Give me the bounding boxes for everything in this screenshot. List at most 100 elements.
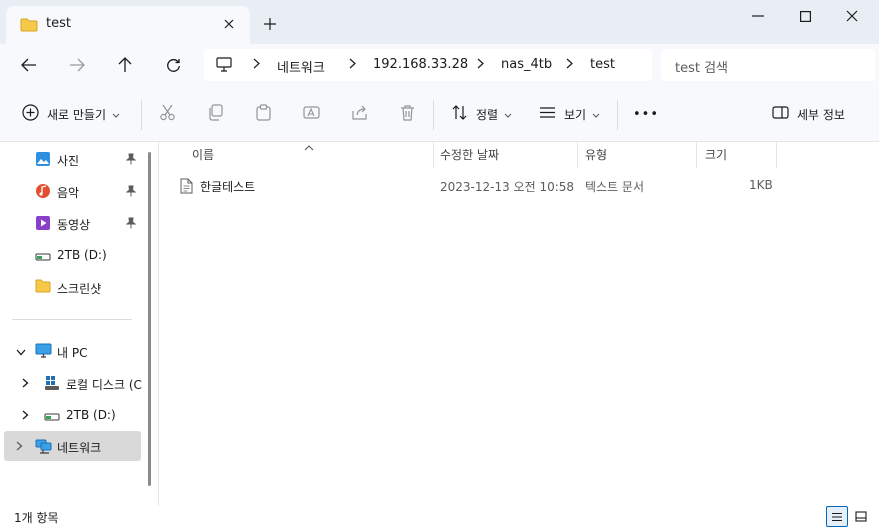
column-divider[interactable] [577, 142, 578, 168]
copy-button[interactable] [207, 100, 224, 128]
search-box[interactable]: test 검색 [661, 49, 875, 81]
column-header-name[interactable]: 이름 [192, 146, 214, 168]
details-label: 세부 정보 [797, 107, 845, 122]
up-arrow-icon[interactable] [110, 52, 140, 78]
rename-button[interactable] [303, 100, 320, 128]
sidebar-item-label: 2TB (D:) [57, 248, 107, 262]
file-modified: 2023-12-13 오전 10:58 [440, 180, 575, 194]
sort-ascending-icon [304, 140, 314, 154]
divider [12, 319, 132, 320]
pin-icon[interactable] [125, 153, 137, 168]
chevron-right-icon[interactable] [477, 58, 484, 72]
sidebar-item-this-pc[interactable]: 내 PC [4, 336, 141, 366]
computer-icon [35, 343, 52, 362]
chevron-down-icon[interactable] [16, 345, 26, 359]
details-view-icon[interactable] [826, 506, 848, 527]
sidebar-item-music[interactable]: 음악 [4, 176, 141, 206]
column-divider[interactable] [776, 142, 777, 168]
more-options-button[interactable]: ••• [633, 100, 659, 128]
breadcrumb-current[interactable]: test [590, 57, 615, 72]
new-tab-icon[interactable] [258, 12, 282, 36]
folder-icon [20, 18, 38, 35]
forward-arrow-icon[interactable] [62, 52, 92, 78]
column-header-modified[interactable]: 수정한 날짜 [440, 146, 499, 168]
share-button[interactable] [351, 100, 368, 128]
sort-button[interactable]: 정렬 [451, 100, 512, 128]
pin-icon[interactable] [125, 185, 137, 200]
sidebar-item-label: 사진 [57, 154, 80, 168]
status-bar: 1개 항목 [0, 506, 879, 527]
chevron-right-icon[interactable] [253, 58, 260, 72]
view-label: 보기 [564, 107, 587, 122]
delete-button[interactable] [399, 100, 416, 128]
search-input[interactable]: test 검색 [675, 57, 728, 76]
drive-icon [44, 407, 60, 426]
view-button[interactable]: 보기 [539, 100, 600, 128]
close-icon[interactable] [828, 0, 876, 32]
sidebar-item-screenshots[interactable]: 스크린샷 [4, 272, 141, 302]
sidebar-item-pictures[interactable]: 사진 [4, 144, 141, 174]
sidebar-item-label: 로컬 디스크 (C [66, 378, 142, 392]
chevron-right-icon[interactable] [22, 409, 29, 423]
sidebar-item-network[interactable]: 네트워크 [4, 431, 141, 461]
chevron-right-icon[interactable] [566, 58, 573, 72]
column-header-type[interactable]: 유형 [585, 146, 607, 168]
divider [141, 100, 142, 130]
file-type: 텍스트 문서 [585, 180, 645, 194]
refresh-icon[interactable] [158, 52, 188, 78]
sidebar-item-label: 내 PC [57, 346, 88, 360]
tab-close-icon[interactable] [218, 14, 240, 34]
folder-icon [35, 279, 51, 296]
new-label: 새로 만들기 [47, 107, 107, 122]
view-list-icon [539, 106, 556, 122]
tab-test[interactable]: test [6, 6, 250, 44]
rename-icon [303, 104, 320, 124]
paste-button[interactable] [255, 100, 272, 128]
chevron-right-icon[interactable] [22, 377, 29, 391]
chevron-down-icon [504, 107, 512, 121]
address-bar[interactable]: 네트워크 192.168.33.28 nas_4tb test [204, 49, 652, 81]
chevron-right-icon[interactable] [349, 58, 356, 72]
pictures-icon [35, 151, 51, 170]
navigation-bar: 네트워크 192.168.33.28 nas_4tb test test 검색 [0, 44, 879, 86]
sidebar-item-drive-d-pc[interactable]: 2TB (D:) [4, 400, 141, 430]
chevron-down-icon [112, 107, 120, 121]
sidebar-item-label: 2TB (D:) [66, 408, 116, 422]
sidebar-item-label: 네트워크 [57, 441, 102, 455]
column-divider[interactable] [433, 142, 434, 168]
chevron-right-icon[interactable] [16, 440, 23, 454]
column-header-size[interactable]: 크기 [705, 146, 727, 168]
column-divider[interactable] [696, 142, 697, 168]
scissors-icon [159, 104, 176, 124]
minimize-icon[interactable] [734, 0, 782, 32]
large-icons-view-icon[interactable] [850, 506, 872, 527]
sort-label: 정렬 [476, 107, 499, 122]
title-bar: test [0, 0, 879, 44]
windows-drive-icon [44, 375, 60, 394]
new-button[interactable]: 새로 만들기 [22, 100, 120, 128]
details-pane-button[interactable]: 세부 정보 [772, 100, 845, 128]
back-arrow-icon[interactable] [14, 52, 44, 78]
share-icon [351, 104, 368, 124]
sidebar-item-label: 음악 [57, 186, 80, 200]
text-file-icon [180, 178, 193, 197]
file-name: 한글테스트 [200, 180, 256, 194]
trash-icon [399, 104, 416, 124]
table-row[interactable]: 한글테스트 2023-12-13 오전 10:58 텍스트 문서 1KB [172, 175, 776, 197]
copy-icon [207, 104, 224, 124]
clipboard-icon [255, 104, 272, 124]
breadcrumb-network[interactable]: 네트워크 [277, 57, 325, 76]
navigation-pane: 사진 음악 동영상 2TB (D:) 스크린샷 내 PC 로컬 디스크 (C 2… [0, 142, 159, 506]
breadcrumb-host[interactable]: 192.168.33.28 [373, 57, 468, 72]
sidebar-item-videos[interactable]: 동영상 [4, 208, 141, 238]
sidebar-scrollbar[interactable] [148, 152, 151, 486]
pin-icon[interactable] [125, 217, 137, 232]
maximize-icon[interactable] [781, 0, 829, 32]
sidebar-item-drive-c[interactable]: 로컬 디스크 (C [4, 368, 142, 398]
divider [617, 100, 618, 130]
sidebar-item-drive-d[interactable]: 2TB (D:) [4, 240, 141, 270]
cut-button[interactable] [159, 100, 176, 128]
sidebar-item-label: 스크린샷 [57, 282, 102, 296]
more-dots-icon: ••• [633, 106, 660, 122]
breadcrumb-share[interactable]: nas_4tb [501, 57, 552, 72]
